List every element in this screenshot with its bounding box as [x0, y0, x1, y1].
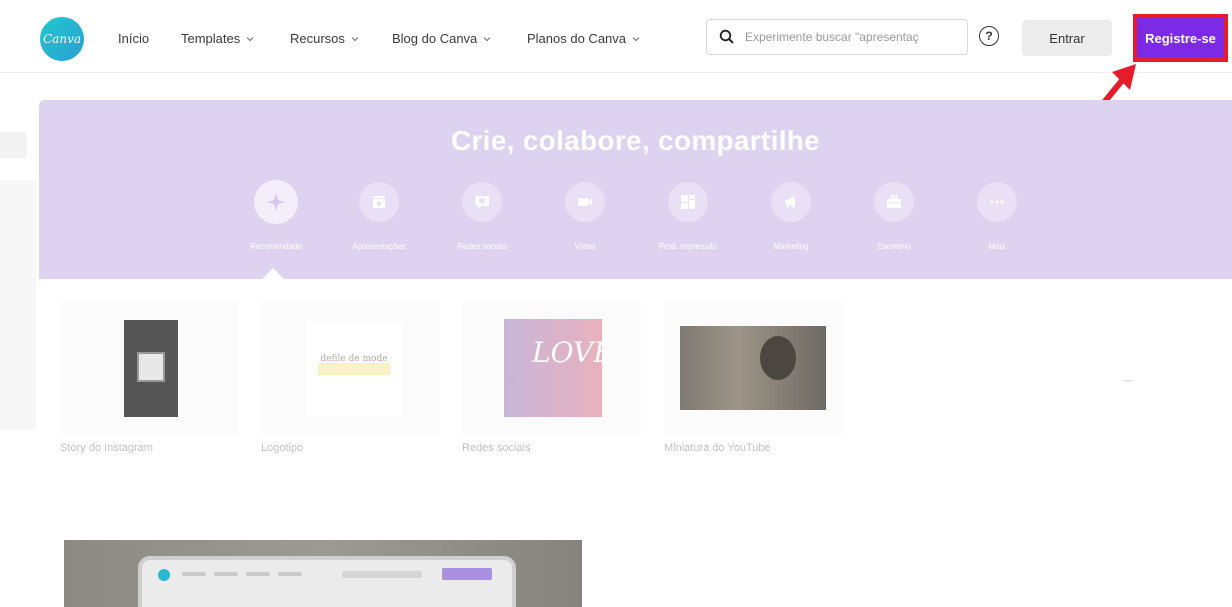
print-products-icon [681, 195, 695, 209]
heart-chat-icon [475, 196, 489, 209]
hero-banner: Crie, colabore, compartilhe Recomendado … [39, 100, 1232, 279]
template-card-logo[interactable]: defile de mode Logotipo [261, 302, 440, 454]
presentation-icon [373, 196, 385, 208]
signup-button[interactable]: Registre-se [1133, 14, 1228, 62]
hero-title: Crie, colabore, compartilhe [450, 125, 821, 156]
search-icon [719, 29, 734, 44]
category-icon-circle [771, 182, 811, 222]
template-thumbnail[interactable]: LOVE [462, 302, 641, 435]
chevron-down-icon [632, 36, 640, 41]
canva-logo[interactable]: Canva [40, 17, 84, 61]
category-icon-circle [254, 180, 298, 224]
nav-item-label: Recursos [290, 31, 345, 46]
template-label: Logotipo [261, 442, 304, 454]
background-shape [0, 132, 26, 158]
nav-item-inicio[interactable]: Início [118, 31, 149, 46]
top-navigation: Canva Início Templates Recursos Blog do … [0, 0, 1232, 73]
more-dots-icon [990, 200, 1004, 204]
category-video[interactable]: Vídeo [535, 182, 635, 251]
nav-item-label: Planos do Canva [527, 31, 627, 46]
category-label: Escritório [877, 242, 911, 251]
nav-item-planos[interactable]: Planos do Canva [527, 31, 641, 46]
thumbnail-text: defile de mode [320, 354, 388, 364]
category-recomendado[interactable]: Recomendado [226, 180, 326, 251]
template-card-social-media[interactable]: LOVE Redes sociais [462, 302, 641, 454]
category-mais[interactable]: Mais [947, 182, 1047, 251]
category-icon-circle [462, 182, 502, 222]
laptop-screen [142, 560, 512, 607]
template-thumbnail[interactable] [60, 302, 239, 435]
category-marketing[interactable]: Marketing [741, 182, 841, 251]
nav-item-blog[interactable]: Blog do Canva [392, 31, 492, 46]
nav-item-recursos[interactable]: Recursos [290, 31, 360, 46]
thumbnail-image [124, 320, 178, 417]
category-label: Redes sociais [457, 242, 507, 251]
scroll-hint [1123, 380, 1133, 381]
help-icon[interactable]: ? [979, 26, 999, 46]
nav-item-label: Templates [181, 31, 241, 46]
category-label: Marketing [773, 242, 809, 251]
background-shape [0, 180, 36, 430]
search-box[interactable] [706, 19, 968, 55]
briefcase-icon [887, 195, 901, 208]
thumbnail-text: LOVE [532, 336, 614, 369]
category-escritorio[interactable]: Escritório [844, 182, 944, 251]
video-camera-icon [578, 198, 592, 206]
category-icon-circle [874, 182, 914, 222]
category-impressao[interactable]: Prod. impressão [638, 182, 738, 251]
category-label: Recomendado [249, 242, 303, 251]
promo-image [64, 540, 582, 607]
active-category-pointer [262, 268, 284, 279]
chevron-down-icon [246, 36, 254, 41]
nav-item-templates[interactable]: Templates [181, 31, 255, 46]
template-label: Redes sociais [462, 442, 531, 454]
category-apresentacoes[interactable]: Apresentações [329, 182, 429, 251]
nav-item-label: Blog do Canva [392, 31, 478, 46]
sparkle-icon [267, 193, 285, 211]
template-label: Miniatura do YouTube [664, 442, 771, 454]
login-button[interactable]: Entrar [1022, 20, 1112, 56]
chevron-down-icon [351, 36, 359, 41]
category-icon-circle [359, 182, 399, 222]
template-thumbnail[interactable]: defile de mode [261, 302, 440, 435]
template-label: Story do Instagram [60, 442, 153, 454]
category-icon-circle [977, 182, 1017, 222]
thumbnail-image: LOVE [504, 319, 614, 417]
template-card-youtube-thumbnail[interactable]: Miniatura do YouTube [664, 302, 843, 454]
category-label: Apresentações [352, 242, 406, 251]
category-label: Vídeo [574, 242, 596, 251]
category-label: Prod. impressão [658, 242, 718, 251]
search-input[interactable] [743, 29, 957, 45]
category-icon-circle [565, 182, 605, 222]
category-redes-sociais[interactable]: Redes sociais [432, 182, 532, 251]
megaphone-icon [785, 196, 795, 208]
nav-item-label: Início [118, 31, 150, 46]
thumbnail-image [680, 326, 826, 410]
thumbnail-image: defile de mode [306, 321, 402, 417]
template-thumbnail[interactable] [664, 302, 843, 435]
template-card-instagram-story[interactable]: Story do Instagram [60, 302, 239, 454]
category-label: Mais [988, 242, 1006, 251]
chevron-down-icon [483, 36, 491, 41]
category-icon-circle [668, 182, 708, 222]
